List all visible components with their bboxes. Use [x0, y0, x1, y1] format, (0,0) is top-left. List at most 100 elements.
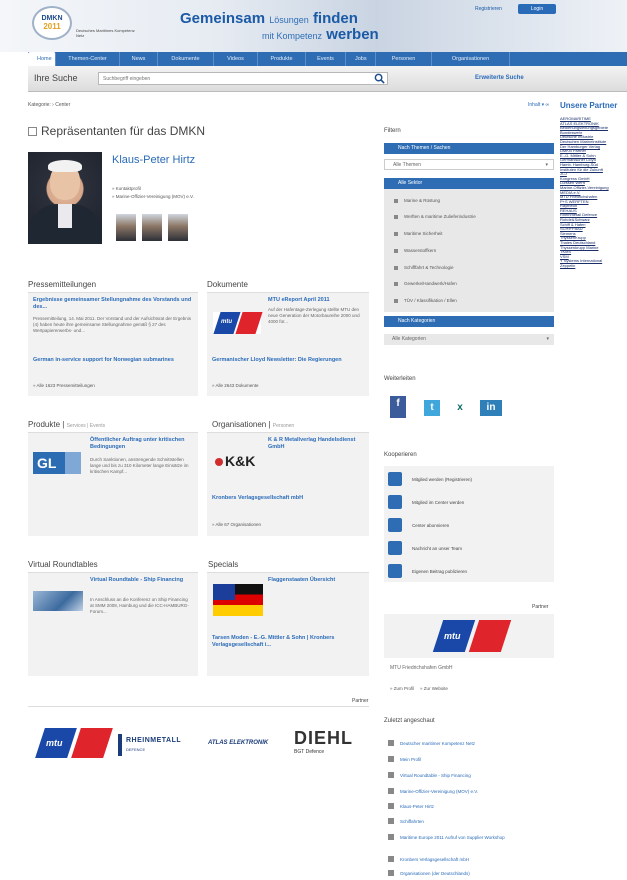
sector-item[interactable]: Gewerke/Handwerk/Hafen	[394, 281, 457, 286]
search-icon[interactable]	[374, 73, 385, 84]
recent-item[interactable]: Mein Profil	[388, 756, 421, 762]
recent-item-icon	[388, 772, 394, 778]
organizations-subtab[interactable]: Personen	[273, 423, 294, 429]
sector-item[interactable]: TÜV / Klassifikation / Ellen	[394, 298, 457, 303]
action-subscribe[interactable]: Center abonnieren	[412, 523, 449, 528]
profile-thumbnail[interactable]	[116, 214, 136, 241]
gl-logo[interactable]: GL	[33, 452, 81, 474]
nav-produkte[interactable]: Produkte	[258, 52, 306, 66]
partner-link[interactable]: Zeppelin	[560, 263, 627, 269]
documents-headline-2[interactable]: Germanischer Lloyd Newsletter: Die Regie…	[212, 357, 362, 364]
nav-themen-center[interactable]: Themen-Center	[56, 52, 120, 66]
sector-item[interactable]: Marine & Rüstung	[394, 198, 441, 203]
publish-icon[interactable]	[388, 564, 402, 578]
specials-section-title: Specials	[208, 560, 239, 569]
register-link[interactable]: Registrieren	[475, 6, 502, 12]
theme-select[interactable]: Alle Themen ▾	[384, 159, 554, 170]
sector-item-label: TÜV / Klassifikation / Ellen	[404, 298, 457, 303]
profile-thumbnail[interactable]	[142, 214, 162, 241]
partner-strip-label: Partner	[352, 698, 369, 704]
xing-icon[interactable]: x	[452, 400, 468, 416]
profile-photo[interactable]	[28, 152, 102, 244]
sector-item[interactable]: Werften & maritime Zulieferindustrie	[394, 214, 476, 219]
specials-headline[interactable]: Flaggenstaaten Übersicht	[268, 577, 368, 584]
press-headline[interactable]: Ergebnisse gemeinsamer Stellungnahme des…	[33, 297, 193, 311]
page-title: Repräsentanten für das DMKN	[28, 124, 205, 138]
sidebar-mtu-logo[interactable]: mtu	[432, 620, 512, 652]
nav-dokumente[interactable]: Dokumente	[158, 52, 214, 66]
nav-events[interactable]: Events	[306, 52, 346, 66]
action-publish[interactable]: Eigenen Beitrag publizieren	[412, 569, 467, 574]
organizations-more-link[interactable]: » Alle 67 Organisationen	[212, 522, 261, 527]
subscribe-icon[interactable]	[388, 518, 402, 532]
documents-more-link[interactable]: » Alle 2643 Dokumente	[212, 383, 259, 388]
sector-item[interactable]: Schifffahrt & Technologie	[394, 265, 454, 270]
join-center-icon[interactable]	[388, 495, 402, 509]
photo-shirt	[58, 204, 72, 228]
twitter-icon[interactable]: t	[424, 400, 440, 416]
recent-item[interactable]: Virtual Roundtable - Ship Financing	[388, 772, 471, 778]
nav-news[interactable]: News	[120, 52, 158, 66]
facebook-icon[interactable]: f	[390, 396, 406, 418]
profile-organization-link[interactable]: » Marine-Offizier-Vereinigung (MOV) e.V.	[112, 193, 194, 201]
theme-filter-header[interactable]: Nach Themen / Sachen	[384, 143, 554, 154]
organizations-headline[interactable]: K & R Metallverlag Handelsdienst GmbH	[268, 437, 366, 451]
bullet-icon	[394, 266, 398, 270]
recent-item[interactable]: Schiffahrten	[388, 818, 424, 824]
documents-headline[interactable]: MTU eReport April 2011	[268, 297, 368, 304]
nav-videos[interactable]: Videos	[214, 52, 258, 66]
nav-home[interactable]: Home	[28, 52, 56, 66]
category-filter-header[interactable]: Nach Kategorien	[384, 316, 554, 327]
organizations-headline-2[interactable]: Kronbers Verlagsgesellschaft mbH	[212, 495, 362, 502]
recent-item[interactable]: Maritime Europe 2011 Aufruf von Supplier…	[388, 834, 505, 840]
recent-item[interactable]: Klaus-Peter Hirtz	[388, 803, 434, 809]
action-message[interactable]: Nachricht an unser Team	[412, 546, 462, 551]
content-options-link[interactable]: Inhalt ▾ ∞	[528, 102, 549, 108]
recent-item[interactable]: Deutscher maritimer Kompetenz Netz	[388, 740, 475, 746]
roundtables-headline[interactable]: Virtual Roundtable - Ship Financing	[90, 577, 190, 584]
recent-item[interactable]: Kronbers Verlagsgesellschaft mbH	[388, 856, 469, 862]
products-headline[interactable]: Öffentlicher Auftrag unter kritischen Be…	[90, 437, 194, 451]
sector-header[interactable]: Alle Sektor	[384, 178, 554, 189]
mtu-red-bar	[71, 728, 113, 758]
register-icon[interactable]	[388, 472, 402, 486]
rheinmetall-logo[interactable]: RHEINMETALL DEFENCE	[118, 734, 198, 756]
login-button[interactable]: Login	[518, 4, 556, 14]
profile-name[interactable]: Klaus-Peter Hirtz	[112, 154, 195, 166]
sector-item[interactable]: Wasserstoffkern	[394, 248, 436, 253]
profile-contact-link[interactable]: » Kontaktprofil	[112, 185, 194, 193]
action-register[interactable]: Mitglied werden (Registrieren)	[412, 477, 472, 482]
partner-website-link[interactable]: » Zur Website	[420, 686, 448, 691]
atlas-elektronik-logo[interactable]: ATLAS ELEKTRONIK	[208, 740, 268, 746]
sector-item[interactable]: Maritime Sicherheit	[394, 231, 443, 236]
kk-logo[interactable]: K&K	[215, 450, 263, 472]
action-join-center[interactable]: Mitglied im Center werden	[412, 500, 464, 505]
category-select[interactable]: Alle Kategorien ▾	[384, 334, 554, 345]
nav-organisationen[interactable]: Organisationen	[432, 52, 510, 66]
press-more-link[interactable]: » Alle 1623 Pressemitteilungen	[33, 383, 95, 388]
photo-hair	[48, 160, 82, 172]
roundtable-image[interactable]	[33, 591, 83, 611]
sector-list: Alle Sektor Marine & Rüstung Werften & m…	[384, 178, 554, 312]
sector-item-label: Marine & Rüstung	[404, 198, 441, 203]
dmkn-logo[interactable]: DMKN 2011	[32, 6, 72, 40]
recent-item[interactable]: Organisationen (der Deutschlands)	[388, 870, 470, 876]
search-input[interactable]	[98, 72, 388, 85]
products-subtabs[interactable]: Services | Events	[67, 423, 106, 429]
sector-item-label: Schifffahrt & Technologie	[404, 265, 454, 270]
advanced-search-link[interactable]: Erweiterte Suche	[475, 75, 524, 81]
message-icon[interactable]	[388, 541, 402, 555]
linkedin-icon[interactable]: in	[480, 400, 502, 416]
site-header: DMKN 2011 Deutsches Maritimes Kompetenz …	[0, 0, 627, 52]
nav-personen[interactable]: Personen	[376, 52, 432, 66]
specials-headline-2[interactable]: Tarsen Moden - E.-G. Mittler & Sohn | Kr…	[212, 635, 364, 649]
profile-thumbnail[interactable]	[168, 214, 188, 241]
partner-mtu-logo[interactable]: mtu	[34, 728, 113, 758]
mtu-logo[interactable]: mtu	[213, 312, 263, 334]
nav-jobs[interactable]: Jobs	[346, 52, 376, 66]
recent-item[interactable]: Marine-Offizier-Vereinigung (MOV) e.V.	[388, 788, 478, 794]
diehl-logo[interactable]: DIEHL	[294, 728, 353, 749]
sidebar-partner-label: Partner	[532, 604, 549, 610]
press-headline-2[interactable]: German in-service support for Norwegian …	[33, 357, 183, 364]
partner-profile-link[interactable]: » Zum Profil	[390, 686, 414, 691]
